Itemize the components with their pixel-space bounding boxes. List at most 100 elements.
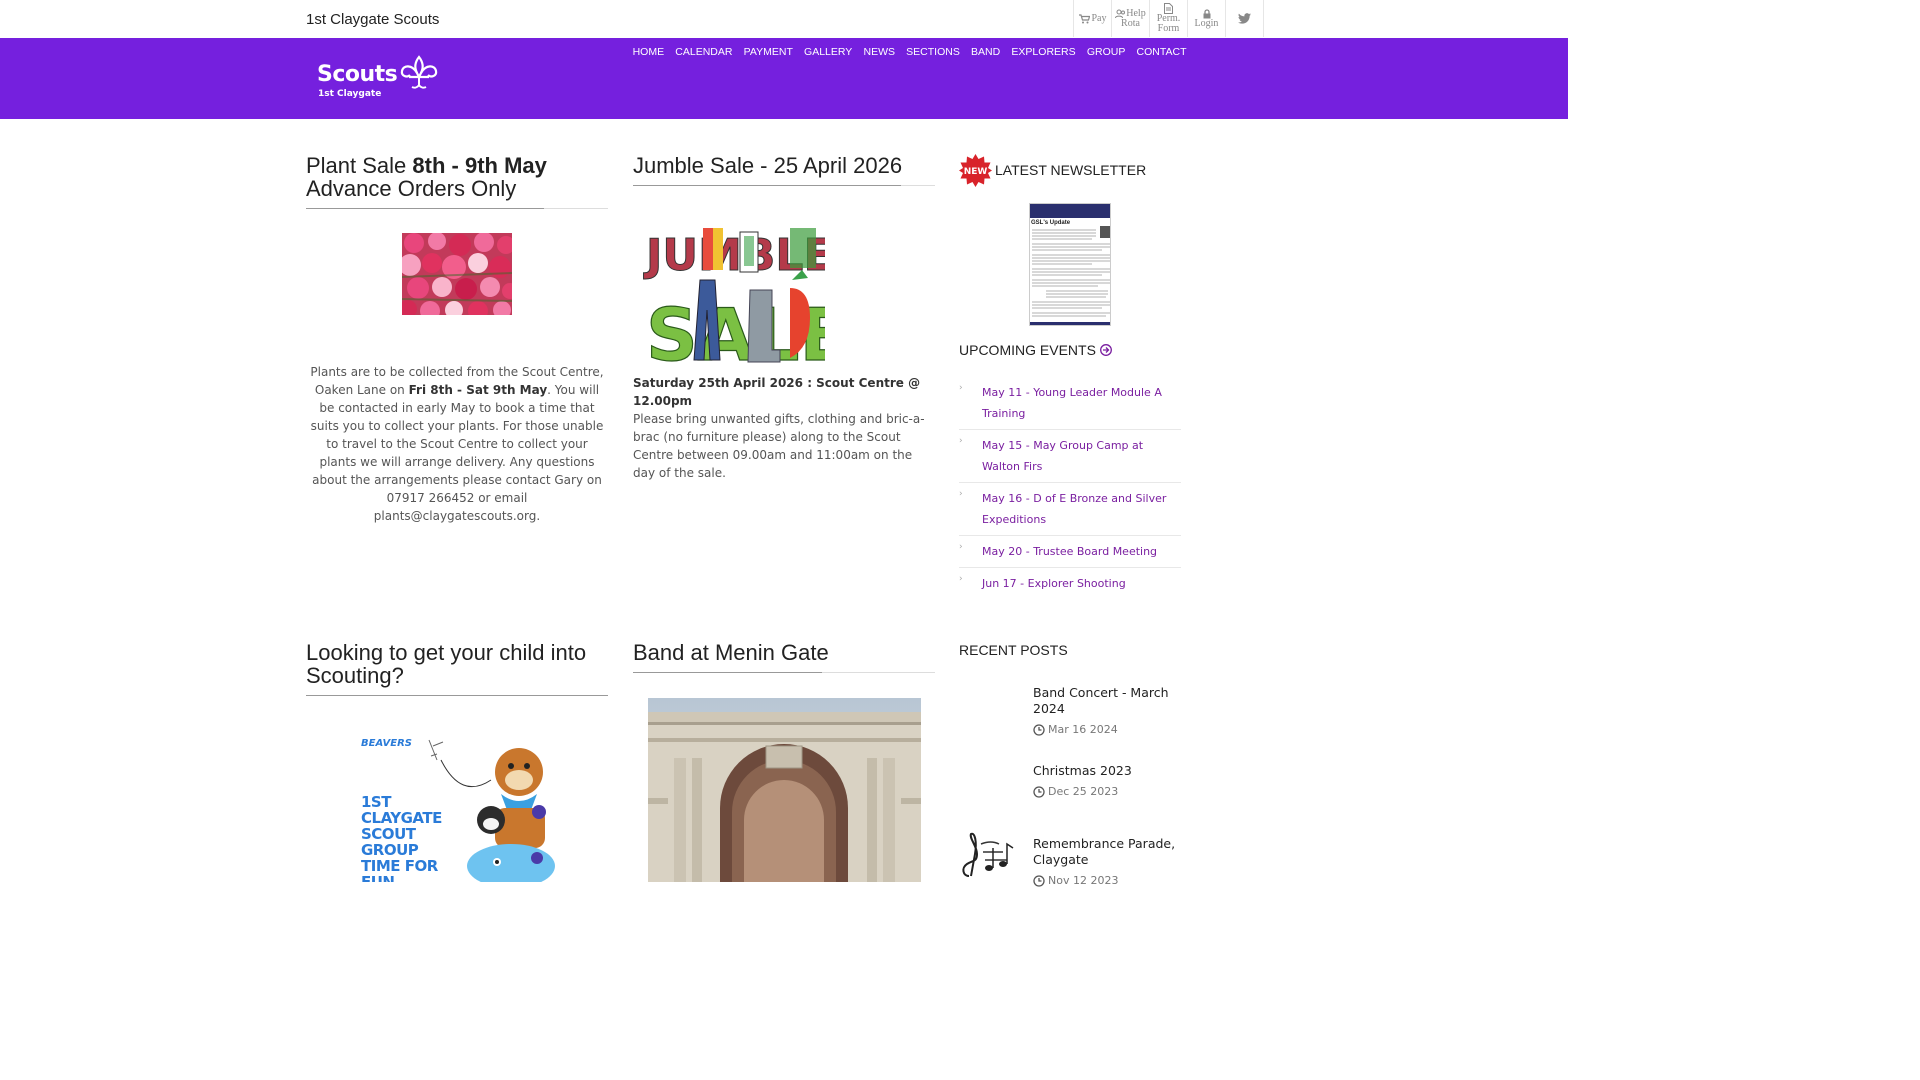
nav-home[interactable]: HOME <box>627 46 670 58</box>
nav-news[interactable]: NEWS <box>858 46 901 58</box>
music-notes-thumbnail[interactable] <box>959 832 1017 882</box>
menin-gate-image[interactable] <box>648 698 921 882</box>
newsletter-thumb-heading: GSL's Update <box>1031 220 1071 226</box>
post-title[interactable]: Remembrance Parade, Claygate <box>1033 836 1183 868</box>
jumble-sale-image[interactable]: JUMBLE SALE <box>640 210 849 378</box>
jumble-date: Saturday 25th April 2026 : Scout Centre … <box>633 376 921 408</box>
site-title[interactable]: 1st Claygate Scouts <box>306 11 439 28</box>
post-date: Mar 16 2024 <box>1033 723 1183 736</box>
recent-post[interactable]: Christmas 2023 Dec 25 2023 <box>1033 763 1183 798</box>
plant-sale-title-a: Plant Sale <box>306 153 413 178</box>
recent-posts-title[interactable]: RECENT POSTS <box>959 642 1068 658</box>
arrow-circle-right-icon <box>1099 344 1112 356</box>
twitter-link[interactable] <box>1226 0 1264 37</box>
new-badge: NEW <box>959 154 992 187</box>
event-link[interactable]: Jun 17 - Explorer Shooting <box>982 577 1126 590</box>
music-notes-icon <box>962 832 1014 877</box>
band-underline <box>633 672 822 673</box>
newsletter-text-lines <box>1030 226 1110 325</box>
scouts-logo[interactable]: Scouts 1st Claygate <box>317 55 441 105</box>
plant-sale-image[interactable] <box>402 233 512 315</box>
recent-post[interactable]: Band Concert - March 2024 Mar 16 2024 <box>1033 685 1183 736</box>
perm-form-link[interactable]: Perm. Form <box>1150 0 1188 37</box>
nav-band[interactable]: BAND <box>965 46 1005 58</box>
users-icon <box>1115 9 1126 18</box>
main-header: Scouts 1st Claygate HOME CALENDAR PAYMEN… <box>0 38 1568 119</box>
pay-label: Pay <box>1091 12 1107 24</box>
jumble-sale-picture: JUMBLE SALE <box>643 228 849 378</box>
event-item: › May 20 - Trustee Board Meeting <box>959 536 1181 568</box>
newsletter-banner <box>1030 204 1110 218</box>
new-badge-label: NEW <box>964 167 988 177</box>
newsletter-title[interactable]: LATEST NEWSLETTER <box>995 162 1146 178</box>
scouting-poster[interactable]: BEAVERS 1ST CLAYGATE SCOUT GROUP TIME FO… <box>351 720 564 882</box>
nav-explorers[interactable]: EXPLORERS <box>1006 46 1081 58</box>
event-link[interactable]: May 11 - Young Leader Module A Training <box>982 386 1162 420</box>
logo-word: Scouts <box>317 62 398 87</box>
event-link[interactable]: May 15 - May Group Camp at Walton Firs <box>982 439 1143 473</box>
event-link[interactable]: May 16 - D of E Bronze and Silver Expedi… <box>982 492 1166 526</box>
help-label: Help <box>1126 7 1146 19</box>
newsletter-thumbnail[interactable]: GSL's Update <box>1029 203 1111 326</box>
post-title[interactable]: Christmas 2023 <box>1033 763 1183 779</box>
nav-calendar[interactable]: CALENDAR <box>670 46 738 58</box>
plant-sale-title-c: Advance Orders Only <box>306 176 517 201</box>
upcoming-events-title[interactable]: UPCOMING EVENTS <box>959 342 1112 358</box>
chevron-right-icon: › <box>959 542 963 552</box>
clock-icon <box>1033 723 1045 736</box>
nav-payment[interactable]: PAYMENT <box>738 46 798 58</box>
chevron-right-icon: › <box>959 574 963 584</box>
utility-links: Pay Help Rota Perm. Form Login <box>1073 0 1264 37</box>
jumble-text: Please bring unwanted gifts, clothing an… <box>633 412 925 480</box>
post-date: Nov 12 2023 <box>1033 874 1183 887</box>
event-item: › May 11 - Young Leader Module A Training <box>959 377 1181 430</box>
plant-sale-title[interactable]: Plant Sale 8th - 9th May Advance Orders … <box>306 154 606 200</box>
event-item: › May 16 - D of E Bronze and Silver Exped… <box>959 483 1181 536</box>
pay-link[interactable]: Pay <box>1074 0 1112 37</box>
post-date-text: Dec 25 2023 <box>1048 785 1119 798</box>
fleur-de-lis-icon <box>400 55 438 89</box>
cart-icon <box>1078 13 1090 23</box>
login-label: Login <box>1194 17 1219 29</box>
post-date: Dec 25 2023 <box>1033 785 1183 798</box>
nav-gallery[interactable]: GALLERY <box>798 46 857 58</box>
logo-subtitle: 1st Claygate <box>318 89 382 99</box>
plant-sale-title-b: 8th - 9th May <box>412 153 547 178</box>
nav-sections[interactable]: SECTIONS <box>901 46 966 58</box>
upcoming-events-label: UPCOMING EVENTS <box>959 342 1096 358</box>
post-title[interactable]: Band Concert - March 2024 <box>1033 685 1183 717</box>
nav-group[interactable]: GROUP <box>1081 46 1131 58</box>
twitter-icon <box>1238 13 1251 24</box>
jumble-sale-title[interactable]: Jumble Sale - 25 April 2026 <box>633 154 933 177</box>
band-title[interactable]: Band at Menin Gate <box>633 641 933 664</box>
plant-sale-text-bold: Fri 8th - Sat 9th May <box>408 383 548 397</box>
plant-sale-text: Plants are to be collected from the Scou… <box>306 363 608 525</box>
help-rota-link[interactable]: Help Rota <box>1112 0 1150 37</box>
menin-gate-photo <box>648 698 921 882</box>
upcoming-events-list: › May 11 - Young Leader Module A Training… <box>959 377 1181 599</box>
nav-contact[interactable]: CONTACT <box>1131 46 1192 58</box>
scouting-title[interactable]: Looking to get your child into Scouting? <box>306 641 606 687</box>
new-starburst-icon: NEW <box>959 154 992 187</box>
main-nav: HOME CALENDAR PAYMENT GALLERY NEWS SECTI… <box>627 46 1192 58</box>
clock-icon <box>1033 874 1045 887</box>
plant-sale-text-2: . You will be contacted in early May to … <box>310 383 604 523</box>
recent-post[interactable]: Remembrance Parade, Claygate Nov 12 2023 <box>1033 836 1183 887</box>
event-item: › May 15 - May Group Camp at Walton Firs <box>959 430 1181 483</box>
top-bar: 1st Claygate Scouts Pay Help Rota Perm. … <box>0 0 1568 38</box>
beaver-illustration <box>428 739 555 882</box>
chevron-right-icon: › <box>959 489 963 499</box>
post-date-text: Nov 12 2023 <box>1048 874 1119 887</box>
post-date-text: Mar 16 2024 <box>1048 723 1118 736</box>
scouting-underline <box>306 695 608 696</box>
event-link[interactable]: May 20 - Trustee Board Meeting <box>982 545 1157 558</box>
flowers-picture <box>402 233 512 315</box>
clock-icon <box>1033 785 1045 798</box>
rota-label: Rota <box>1121 17 1140 29</box>
chevron-right-icon: › <box>959 383 963 393</box>
plant-sale-underline <box>306 208 544 209</box>
lock-icon <box>1203 8 1210 18</box>
form-label: Form <box>1157 23 1180 34</box>
event-item: › Jun 17 - Explorer Shooting <box>959 568 1181 599</box>
login-link[interactable]: Login <box>1188 0 1226 37</box>
